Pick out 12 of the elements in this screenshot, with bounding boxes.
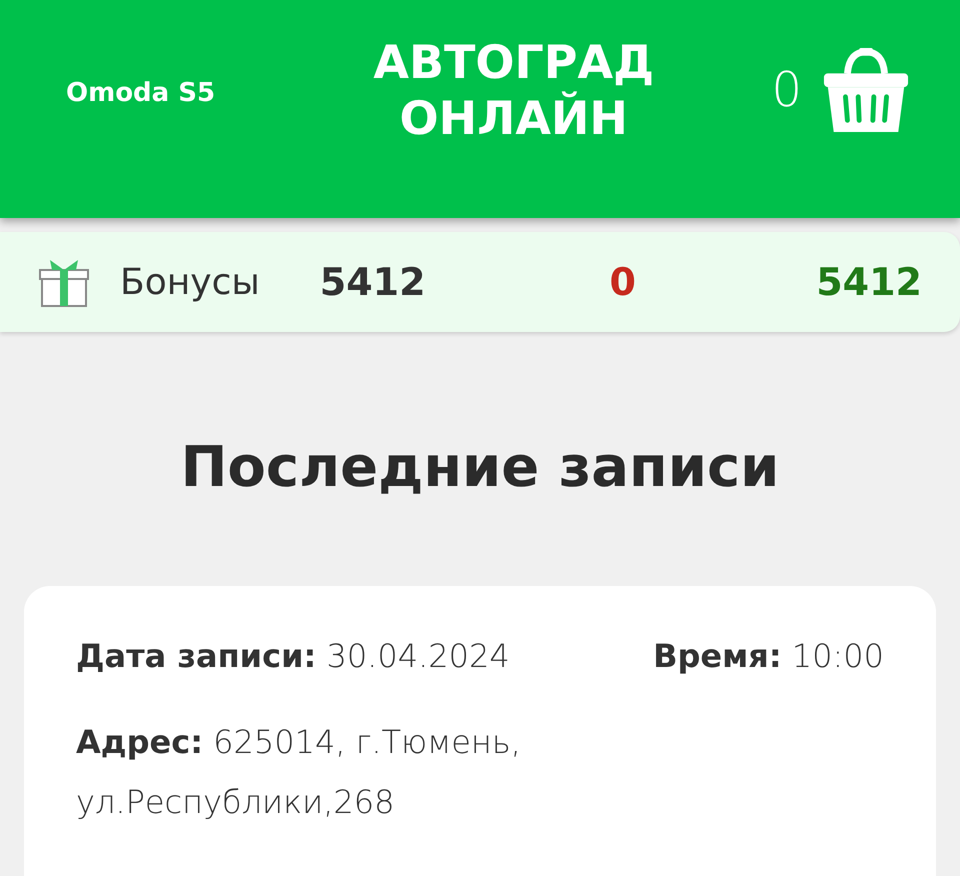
bonus-label: Бонусы: [120, 262, 260, 302]
bonus-total: 5412: [320, 260, 426, 304]
record-address: Адрес: 625014, г.Тюмень, ул.Республики,268: [76, 722, 522, 823]
app-title: АВТОГРАД ОНЛАЙН: [372, 34, 656, 146]
basket-icon[interactable]: [822, 46, 910, 134]
bonus-spent: 0: [610, 260, 636, 304]
record-time: Время: 10:00: [653, 636, 884, 677]
cart-count: 0: [771, 62, 802, 118]
car-model[interactable]: Omoda S5: [66, 78, 256, 108]
record-date: Дата записи: 30.04.2024: [76, 636, 510, 677]
section-title: Последние записи: [180, 434, 780, 502]
bonus-available: 5412: [816, 260, 922, 304]
